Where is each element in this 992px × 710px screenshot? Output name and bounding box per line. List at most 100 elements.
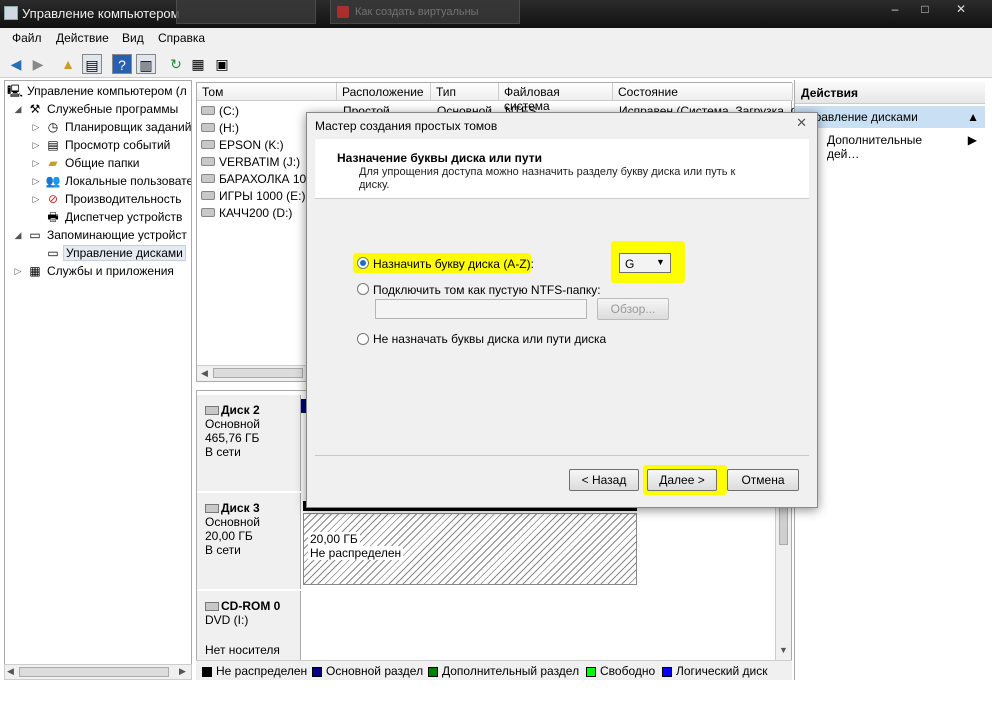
- scroll-thumb[interactable]: [779, 505, 788, 545]
- wizard-heading: Назначение буквы диска или пути: [337, 151, 542, 165]
- navigation-tree: 🖳 Управление компьютером (л ◢ ⚒ Служебны…: [4, 80, 192, 680]
- column-volume[interactable]: Том: [197, 83, 337, 101]
- legend-logical: Логический диск: [662, 664, 768, 678]
- menu-help[interactable]: Справка: [158, 31, 205, 45]
- folder-path-input[interactable]: [375, 299, 587, 319]
- computer-icon: 🖳: [7, 84, 24, 98]
- tree-item-shared-folders[interactable]: ▷ ▰ Общие папки: [5, 155, 191, 173]
- column-type[interactable]: Тип: [431, 83, 499, 101]
- legend-primary: Основной раздел: [312, 664, 423, 678]
- collapse-icon[interactable]: ◢: [13, 230, 23, 241]
- wizard-header: Назначение буквы диска или пути Для упро…: [315, 139, 809, 199]
- show-tree-icon[interactable]: ▤: [82, 54, 102, 74]
- expand-icon[interactable]: ▷: [31, 122, 41, 133]
- scroll-down-icon[interactable]: ▼: [779, 645, 788, 655]
- tree-item-storage[interactable]: ◢ ▭ Запоминающие устройст: [5, 227, 191, 245]
- storage-icon: ▭: [29, 228, 41, 242]
- tree-item-event-viewer[interactable]: ▷ ▤ Просмотр событий: [5, 137, 191, 155]
- maximize-button[interactable]: □: [910, 0, 940, 20]
- window-title: Управление компьютером: [22, 6, 180, 21]
- tree-item-local-users[interactable]: ▷ 👥 Локальные пользовате: [5, 173, 191, 191]
- cdrom-label[interactable]: CD-ROM 0 DVD (I:) Нет носителя: [197, 591, 301, 661]
- drive-icon: [201, 208, 215, 217]
- up-folder-icon[interactable]: ▲: [58, 54, 78, 74]
- back-button[interactable]: < Назад: [569, 469, 639, 491]
- column-status[interactable]: Состояние: [613, 83, 793, 101]
- panel-icon[interactable]: ▥: [136, 54, 156, 74]
- background-tab[interactable]: Как создать виртуальны: [330, 0, 520, 24]
- menu-view[interactable]: Вид: [122, 31, 144, 45]
- close-window-button[interactable]: ✕: [946, 0, 976, 20]
- toolbar: ◀ ▶ ▲ ▤ ? ▥ ↻ ▦ ▣: [0, 50, 992, 78]
- menu-action[interactable]: Действие: [56, 31, 109, 45]
- scroll-left-icon[interactable]: ◀: [201, 368, 208, 379]
- expand-icon[interactable]: ▷: [31, 158, 41, 169]
- actions-more[interactable]: Дополнительные дей… ▶: [795, 130, 985, 161]
- assign-letter-label[interactable]: Назначить букву диска (A-Z):: [373, 257, 534, 271]
- collapse-up-icon[interactable]: ▲: [967, 110, 979, 124]
- tree-item-disk-management[interactable]: ▭ Управление дисками: [5, 245, 191, 263]
- expand-icon[interactable]: ▷: [13, 266, 23, 277]
- disk-map-scrollbar[interactable]: ▼: [775, 501, 791, 661]
- legend-free: Свободно: [586, 664, 655, 678]
- title-bar: Управление компьютером Как создать вирту…: [0, 0, 992, 28]
- forward-arrow-icon[interactable]: ▶: [28, 54, 48, 74]
- device-manager-icon: 🖶: [47, 210, 59, 224]
- properties-icon[interactable]: ▦: [188, 54, 208, 74]
- tree-horizontal-scrollbar[interactable]: ◀ ▶: [4, 664, 192, 680]
- disk-2-label[interactable]: Диск 2 Основной 465,76 ГБ В сети: [197, 395, 301, 491]
- new-volume-wizard: Мастер создания простых томов ✕ Назначен…: [306, 112, 818, 508]
- browse-button[interactable]: Обзор...: [597, 298, 669, 320]
- expand-icon[interactable]: ▷: [31, 140, 41, 151]
- scroll-thumb[interactable]: [19, 667, 169, 677]
- mount-folder-label[interactable]: Подключить том как пустую NTFS-папку:: [373, 283, 601, 297]
- browser-icon: [337, 6, 349, 18]
- tree-item-services-apps[interactable]: ▷ ▦ Службы и приложения: [5, 263, 191, 281]
- scroll-thumb[interactable]: [213, 368, 303, 378]
- disk-legend: Не распределен Основной раздел Дополните…: [196, 660, 792, 680]
- next-button[interactable]: Далее >: [647, 469, 717, 491]
- tree-item-computer-management[interactable]: 🖳 Управление компьютером (л: [5, 83, 191, 101]
- unallocated-partition[interactable]: 20,00 ГБ Не распределен: [303, 513, 637, 585]
- mount-folder-radio[interactable]: [357, 283, 369, 295]
- expand-icon[interactable]: ▷: [31, 194, 41, 205]
- menu-bar: Файл Действие Вид Справка: [0, 28, 992, 50]
- actions-disk-management[interactable]: Управление дисками ▲: [795, 106, 985, 128]
- export-icon[interactable]: ▣: [212, 54, 232, 74]
- collapse-icon[interactable]: ◢: [13, 104, 23, 115]
- help-icon[interactable]: ?: [112, 54, 132, 74]
- drive-icon: [201, 123, 215, 132]
- disk-icon: [205, 504, 219, 514]
- expand-icon[interactable]: ▷: [31, 176, 41, 187]
- tree-item-device-manager[interactable]: 🖶 Диспетчер устройств: [5, 209, 191, 227]
- tree-item-performance[interactable]: ▷ ⊘ Производительность: [5, 191, 191, 209]
- cancel-button[interactable]: Отмена: [727, 469, 799, 491]
- background-tab[interactable]: [176, 0, 316, 24]
- no-letter-radio[interactable]: [357, 333, 369, 345]
- refresh-icon[interactable]: ↻: [166, 54, 186, 74]
- scroll-left-icon[interactable]: ◀: [7, 666, 14, 677]
- assign-letter-radio[interactable]: [357, 257, 369, 269]
- disk-3-label[interactable]: Диск 3 Основной 20,00 ГБ В сети: [197, 493, 301, 589]
- back-arrow-icon[interactable]: ◀: [6, 54, 26, 74]
- users-icon: 👥: [45, 174, 61, 188]
- dialog-separator: [315, 455, 809, 456]
- column-layout[interactable]: Расположение: [337, 83, 431, 101]
- minimize-button[interactable]: –: [880, 0, 910, 20]
- tree-item-task-scheduler[interactable]: ▷ ◷ Планировщик заданий: [5, 119, 191, 137]
- drive-icon: [201, 174, 215, 183]
- tree-item-system-tools[interactable]: ◢ ⚒ Служебные программы: [5, 101, 191, 119]
- disk-icon: [205, 406, 219, 416]
- drive-icon: [201, 157, 215, 166]
- menu-file[interactable]: Файл: [12, 31, 42, 45]
- no-letter-label[interactable]: Не назначать буквы диска или пути диска: [373, 332, 606, 346]
- scroll-right-icon[interactable]: ▶: [179, 666, 186, 677]
- drive-icon: [201, 140, 215, 149]
- drive-letter-select[interactable]: G ▼: [619, 253, 671, 273]
- dialog-close-button[interactable]: ✕: [796, 115, 807, 131]
- performance-icon: ⊘: [47, 192, 59, 206]
- computer-management-icon: [4, 6, 18, 20]
- cdrom-icon: [205, 602, 219, 612]
- dialog-title: Мастер создания простых томов: [315, 119, 498, 133]
- column-filesystem[interactable]: Файловая система: [499, 83, 613, 113]
